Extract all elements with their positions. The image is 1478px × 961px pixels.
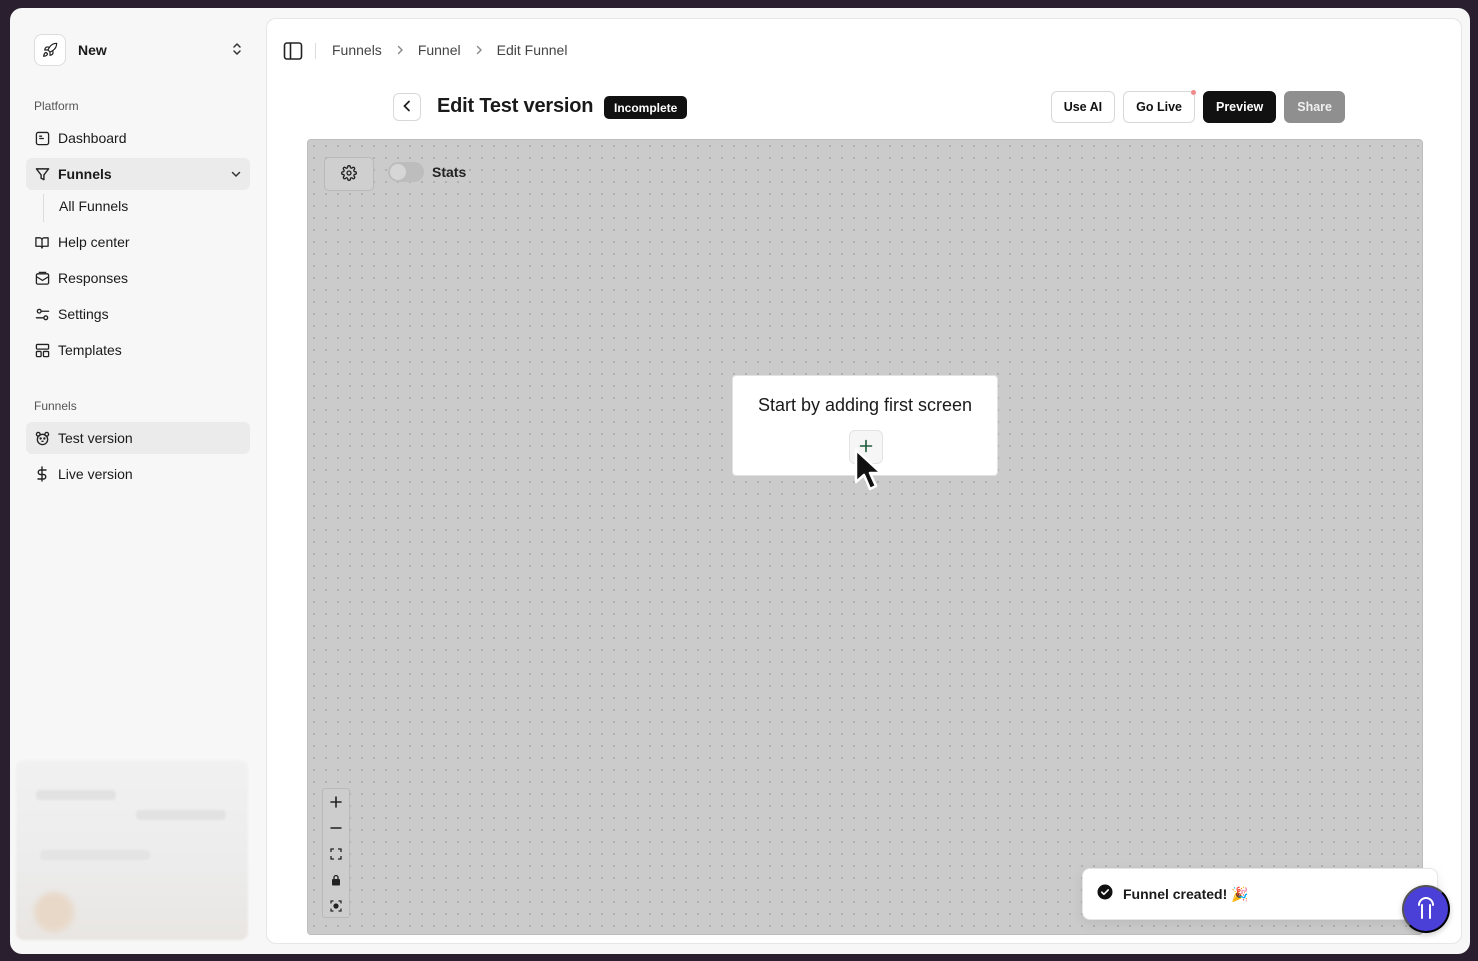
rocket-icon xyxy=(34,34,66,66)
main-panel: Funnels Funnel Edit Funnel Edit Test ver… xyxy=(266,18,1462,944)
empty-state-prompt: Start by adding first screen xyxy=(757,395,973,415)
layout-icon xyxy=(34,342,50,358)
breadcrumb-funnel[interactable]: Funnel xyxy=(418,42,461,58)
platform-section-label: Platform xyxy=(34,99,79,113)
status-badge: Incomplete xyxy=(604,96,688,119)
zoom-in-button[interactable] xyxy=(323,789,349,815)
sliders-icon xyxy=(34,306,50,322)
sidebar-item-label: Live version xyxy=(58,466,133,482)
toast-message: Funnel created! 🎉 xyxy=(1123,885,1249,902)
stats-toggle[interactable] xyxy=(388,162,424,182)
mouse-pointer-icon xyxy=(854,448,884,497)
funnel-icon xyxy=(34,166,50,182)
check-circle-icon xyxy=(1097,884,1113,905)
bear-icon xyxy=(34,430,50,446)
chat-support-button[interactable] xyxy=(1402,885,1450,933)
sidebar-item-label: Help center xyxy=(58,234,130,250)
sidebar-item-live-version[interactable]: Live version xyxy=(26,458,250,490)
dashboard-icon xyxy=(34,130,50,146)
sidebar-item-responses[interactable]: Responses xyxy=(26,262,250,294)
focus-button[interactable] xyxy=(323,893,349,919)
zoom-out-button[interactable] xyxy=(323,815,349,841)
preview-button[interactable]: Preview xyxy=(1202,91,1277,123)
sidebar-item-label: Funnels xyxy=(58,166,112,182)
chevron-right-icon xyxy=(475,45,483,55)
notification-dot xyxy=(1190,90,1196,95)
app-window: New Platform Dashboard Funnels All Funne… xyxy=(10,8,1470,954)
sidebar-item-label: Settings xyxy=(58,306,109,322)
sidebar-subitem-all-funnels[interactable]: All Funnels xyxy=(51,194,128,218)
chevron-right-icon xyxy=(396,45,404,55)
subnav-divider xyxy=(43,194,44,222)
go-live-button[interactable]: Go Live xyxy=(1123,90,1196,123)
divider xyxy=(315,43,316,59)
use-ai-button[interactable]: Use AI xyxy=(1050,91,1116,123)
sidebar-item-label: Test version xyxy=(58,430,133,446)
header-actions: Use AI Go Live Preview Share xyxy=(1050,90,1345,123)
back-button[interactable] xyxy=(393,93,421,121)
funnels-section-label: Funnels xyxy=(34,399,77,413)
sidebar-item-dashboard[interactable]: Dashboard xyxy=(26,122,250,154)
sidebar-item-templates[interactable]: Templates xyxy=(26,334,250,366)
workspace-switcher[interactable]: New xyxy=(34,33,256,67)
inbox-icon xyxy=(34,270,50,286)
zoom-controls xyxy=(322,788,350,918)
sidebar-item-label: Responses xyxy=(58,270,129,286)
sidebar-item-settings[interactable]: Settings xyxy=(26,298,250,330)
chat-logo-icon xyxy=(1415,896,1437,923)
chevron-left-icon xyxy=(402,100,412,115)
sidebar-toggle-icon[interactable] xyxy=(283,41,303,61)
book-icon xyxy=(34,234,50,250)
go-live-label: Go Live xyxy=(1136,100,1182,114)
page-title: Edit Test version xyxy=(437,95,594,117)
chevron-down-icon[interactable] xyxy=(230,167,242,183)
sidebar-item-label: Dashboard xyxy=(58,130,127,146)
sidebar-item-label: Templates xyxy=(58,342,122,358)
sidebar: New Platform Dashboard Funnels All Funne… xyxy=(10,8,266,954)
breadcrumb: Funnels Funnel Edit Funnel xyxy=(332,42,567,58)
funnel-canvas[interactable]: Stats Start by adding first screen xyxy=(307,139,1423,935)
gear-icon xyxy=(341,164,357,184)
canvas-settings-button[interactable] xyxy=(324,157,374,191)
fit-view-button[interactable] xyxy=(323,841,349,867)
avatar xyxy=(34,892,74,932)
lock-button[interactable] xyxy=(323,867,349,893)
chevrons-up-down-icon xyxy=(230,41,244,62)
topbar: Funnels Funnel Edit Funnel xyxy=(267,19,1461,83)
sidebar-item-help-center[interactable]: Help center xyxy=(26,226,250,258)
breadcrumb-funnels[interactable]: Funnels xyxy=(332,42,382,58)
workspace-name: New xyxy=(78,42,107,58)
toast-notification: Funnel created! 🎉 xyxy=(1082,868,1438,920)
sidebar-item-funnels[interactable]: Funnels xyxy=(26,158,250,190)
stats-label: Stats xyxy=(432,164,467,180)
toggle-knob xyxy=(390,164,406,180)
sidebar-item-test-version[interactable]: Test version xyxy=(26,422,250,454)
user-profile-blurred[interactable] xyxy=(16,760,248,940)
breadcrumb-edit-funnel: Edit Funnel xyxy=(496,42,568,58)
sidebar-subitem-label: All Funnels xyxy=(59,198,129,214)
share-button[interactable]: Share xyxy=(1284,91,1345,123)
dollar-icon xyxy=(34,466,50,482)
